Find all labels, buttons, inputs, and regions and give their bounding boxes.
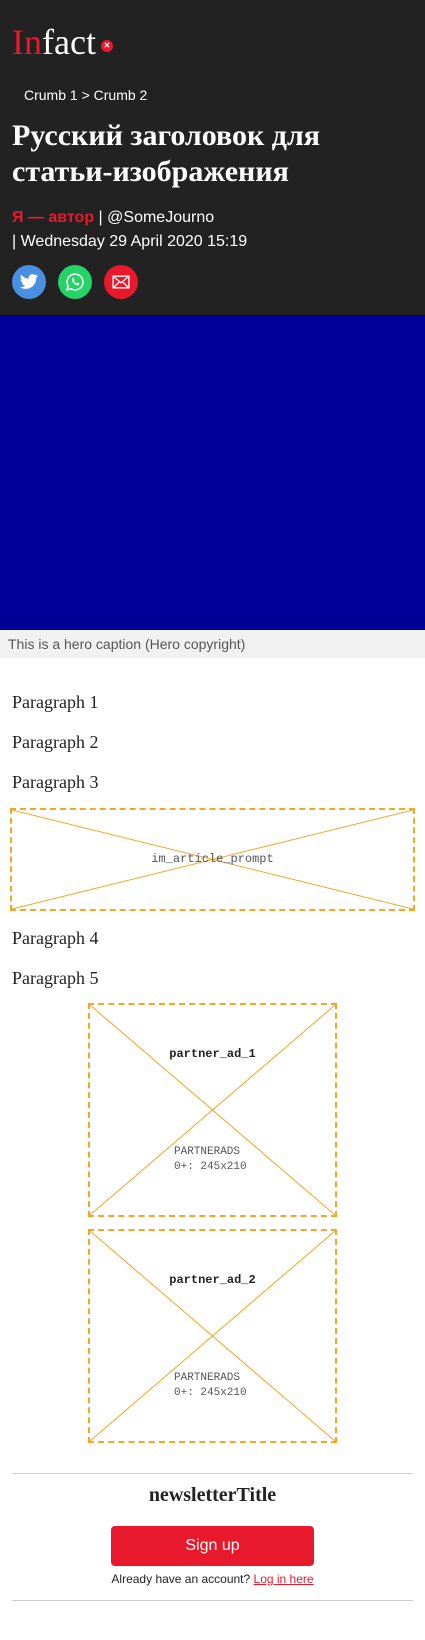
newsletter-title: newsletterTitle xyxy=(148,1484,277,1506)
share-email-button[interactable] xyxy=(104,265,138,299)
ad-source: PARTNERADS xyxy=(174,1146,241,1158)
in-article-ad-placeholder[interactable]: im_article_prompt xyxy=(10,808,415,911)
share-whatsapp-button[interactable] xyxy=(58,265,92,299)
author-link[interactable]: Я — автор xyxy=(12,209,94,226)
article-headline: Русский заголовок для статьи-изображения xyxy=(12,119,321,188)
article-paragraph: Paragraph 2 xyxy=(12,732,99,752)
article-paragraph: Paragraph 5 xyxy=(12,968,99,988)
login-prompt: Already have an account? Log in here xyxy=(0,1571,425,1587)
partner-ad-1-placeholder[interactable]: partner_ad_1 PARTNERADS 0+: 245x210 xyxy=(88,1003,337,1217)
email-icon xyxy=(112,275,130,289)
twitter-handle-link[interactable]: @SomeJourno xyxy=(107,209,214,226)
byline-separator: | xyxy=(12,233,17,250)
login-prompt-text: Already have an account? xyxy=(111,1572,251,1586)
partner-ad-2-placeholder[interactable]: partner_ad_2 PARTNERADS 0+: 245x210 xyxy=(88,1229,337,1443)
twitter-icon xyxy=(19,274,39,289)
logo-mark-icon: ✕ xyxy=(101,40,113,52)
ad-placeholder-cross xyxy=(90,1231,335,1441)
article-header: Infact ✕ Crumb 1 > Crumb 2 Русский загол… xyxy=(0,0,425,315)
breadcrumb-item-2[interactable]: Crumb 2 xyxy=(94,87,148,103)
share-twitter-button[interactable] xyxy=(12,265,46,299)
site-logo[interactable]: Infact ✕ xyxy=(12,20,132,68)
logo-text: Infact xyxy=(12,22,96,62)
newsletter-top-divider xyxy=(12,1473,413,1474)
publish-date: Wednesday 29 April 2020 15:19 xyxy=(20,233,248,250)
hero-caption: This is a hero caption (Hero copyright) xyxy=(0,630,425,658)
breadcrumb: Crumb 1 > Crumb 2 xyxy=(24,86,147,104)
signup-button[interactable]: Sign up xyxy=(111,1526,314,1566)
ad-size: 0+: 245x210 xyxy=(174,1161,247,1173)
ad-placeholder-cross xyxy=(90,1005,335,1215)
article-paragraph: Paragraph 3 xyxy=(12,772,99,792)
byline-separator: | xyxy=(98,209,103,226)
article-paragraph: Paragraph 1 xyxy=(12,692,99,712)
breadcrumb-separator: > xyxy=(81,87,90,103)
whatsapp-icon xyxy=(66,273,84,291)
ad-size: 0+: 245x210 xyxy=(174,1387,247,1399)
ad-slot-title: partner_ad_1 xyxy=(169,1047,256,1061)
login-link[interactable]: Log in here xyxy=(254,1572,314,1586)
ad-slot-meta: PARTNERADS 0+: 245x210 xyxy=(174,1371,247,1401)
ad-source: PARTNERADS xyxy=(174,1372,241,1384)
hero-image xyxy=(0,315,425,630)
ad-slot-title: partner_ad_2 xyxy=(169,1273,256,1287)
ad-slot-meta: PARTNERADS 0+: 245x210 xyxy=(174,1145,247,1175)
article-paragraph: Paragraph 4 xyxy=(12,928,99,948)
byline: Я — автор | @SomeJourno | Wednesday 29 A… xyxy=(12,206,412,254)
ad-slot-label: im_article_prompt xyxy=(151,852,274,866)
newsletter-bottom-divider xyxy=(12,1600,413,1601)
breadcrumb-item-1[interactable]: Crumb 1 xyxy=(24,87,78,103)
